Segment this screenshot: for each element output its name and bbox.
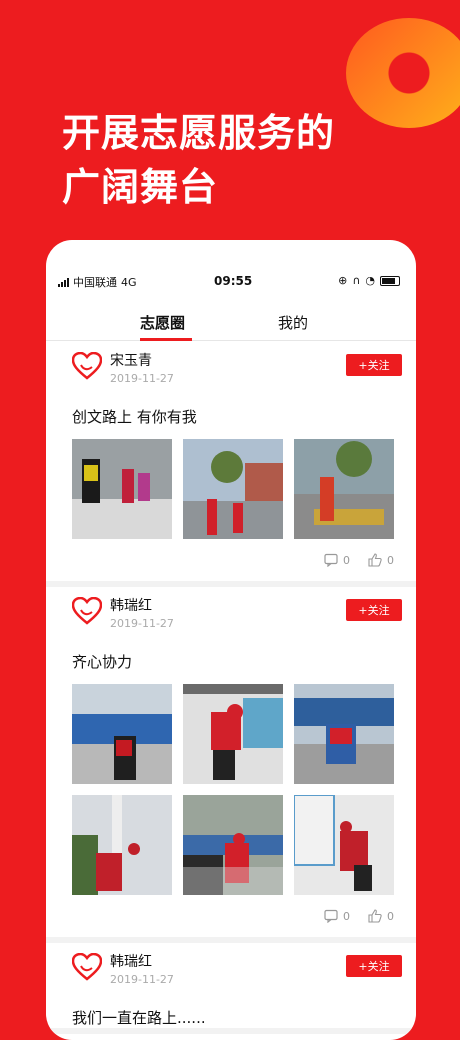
network-label: 4G (121, 275, 137, 289)
active-tab-indicator (140, 338, 192, 341)
like-button[interactable]: 0 (368, 553, 394, 567)
follow-button[interactable]: +关注 (346, 354, 402, 376)
feed: 宋玉青 2019-11-27 +关注 创文路上 有你有我 0 0 韩瑞红 201… (46, 342, 416, 1034)
post-actions: 0 0 (46, 539, 416, 581)
post-date: 2019-11-27 (110, 372, 174, 385)
banner-headline: 开展志愿服务的 广阔舞台 (62, 106, 335, 214)
tab-bar: 志愿圈 我的 (46, 306, 416, 341)
signal-icon (58, 277, 69, 287)
follow-button[interactable]: +关注 (346, 955, 402, 977)
like-button[interactable]: 0 (368, 909, 394, 923)
post-card: 宋玉青 2019-11-27 +关注 创文路上 有你有我 0 0 (46, 342, 416, 587)
decorative-ring (346, 18, 460, 128)
comment-icon (324, 553, 338, 567)
photo-grid (46, 439, 416, 539)
post-photo[interactable] (294, 684, 394, 784)
post-photo[interactable] (72, 795, 172, 895)
photo-grid (46, 684, 416, 895)
like-count: 0 (387, 553, 394, 567)
battery-icon (380, 275, 400, 286)
status-bar: 中国联通 4G 09:55 ⊕ ∩ ◔ (46, 240, 416, 289)
comment-button[interactable]: 0 (324, 909, 350, 923)
carrier-label: 中国联通 (73, 276, 117, 289)
post-photo[interactable] (183, 684, 283, 784)
heart-avatar-icon[interactable] (72, 597, 102, 625)
status-time: 09:55 (214, 274, 253, 288)
banner-headline-line1: 开展志愿服务的 (62, 110, 336, 155)
post-date: 2019-11-27 (110, 617, 174, 630)
status-left: 中国联通 4G (58, 274, 137, 290)
lock-rotation-icon: ⊕ (338, 274, 348, 287)
post-card: 韩瑞红 2019-11-27 +关注 我们一直在路上...... (46, 943, 416, 1034)
banner-headline-line2: 广阔舞台 (62, 164, 219, 209)
phone-screen: 中国联通 4G 09:55 ⊕ ∩ ◔ 志愿圈 我的 宋玉青 2019-11-2… (46, 240, 416, 1040)
post-photo[interactable] (294, 795, 394, 895)
tab-mine[interactable]: 我的 (278, 312, 308, 333)
author-name[interactable]: 宋玉青 (110, 350, 152, 370)
post-photo[interactable] (72, 439, 172, 539)
post-actions: 0 0 (46, 895, 416, 937)
comment-count: 0 (343, 553, 350, 567)
alarm-icon: ◔ (365, 274, 375, 287)
heart-avatar-icon[interactable] (72, 352, 102, 380)
author-name[interactable]: 韩瑞红 (110, 595, 152, 615)
heart-avatar-icon[interactable] (72, 953, 102, 981)
post-photo[interactable] (183, 439, 283, 539)
thumbs-up-icon (368, 909, 382, 923)
author-name[interactable]: 韩瑞红 (110, 951, 152, 971)
post-date: 2019-11-27 (110, 973, 174, 986)
headphones-icon: ∩ (352, 274, 361, 287)
post-photo[interactable] (294, 439, 394, 539)
comment-count: 0 (343, 909, 350, 923)
post-photo[interactable] (183, 795, 283, 895)
comment-button[interactable]: 0 (324, 553, 350, 567)
follow-button[interactable]: +关注 (346, 599, 402, 621)
thumbs-up-icon (368, 553, 382, 567)
post-card: 韩瑞红 2019-11-27 +关注 齐心协力 0 0 (46, 587, 416, 943)
status-right: ⊕ ∩ ◔ (338, 274, 400, 287)
comment-icon (324, 909, 338, 923)
tab-volunteer-circle[interactable]: 志愿圈 (140, 312, 185, 333)
like-count: 0 (387, 909, 394, 923)
post-photo[interactable] (72, 684, 172, 784)
